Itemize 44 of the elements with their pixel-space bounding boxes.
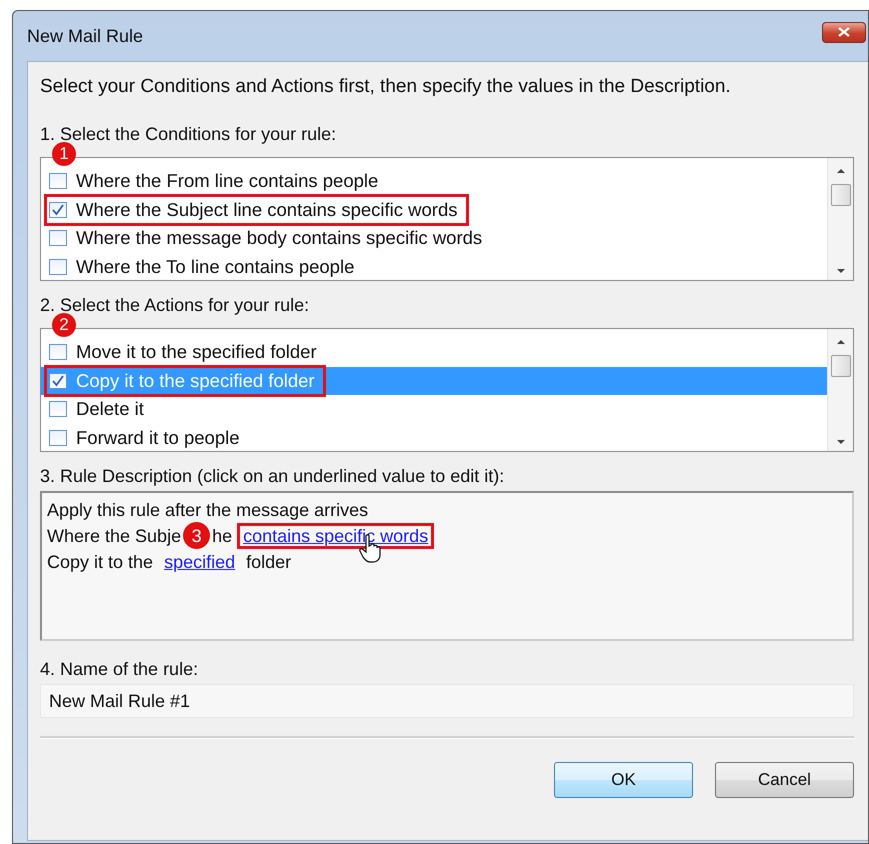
step-badge: 2 <box>52 313 76 337</box>
section-label: 3. Rule Description (click on an underlined value to edit it): <box>40 466 506 487</box>
cancel-button[interactable]: Cancel <box>715 762 854 798</box>
list-item[interactable]: Where the To line contains people <box>41 252 827 281</box>
scroll-up-icon[interactable] <box>836 339 844 345</box>
close-icon <box>837 27 851 37</box>
list-item[interactable]: Forward it to people <box>41 424 827 452</box>
list-item[interactable]: Where the message body contains specific words <box>41 224 827 252</box>
checkbox[interactable] <box>49 173 67 190</box>
description-line: Where the Subje 3 he contains specific words <box>47 522 434 548</box>
scroll-thumb[interactable] <box>830 184 850 206</box>
rule-name-field[interactable]: New Mail Rule #1 <box>40 684 854 718</box>
scrollbar[interactable] <box>827 158 853 280</box>
step-badge: 3 <box>183 522 210 550</box>
instructions-text: Select your Conditions and Actions first, then specify the values in the Description. <box>40 76 732 98</box>
description-line: Copy it to the specified folder <box>47 548 292 574</box>
close-button[interactable] <box>822 22 866 42</box>
list-item[interactable]: Where the Subject line contains specific words <box>41 196 827 224</box>
value-link[interactable]: contains specific words <box>237 522 434 548</box>
checkbox[interactable] <box>49 430 67 446</box>
description-line: Apply this rule after the message arrives <box>47 499 368 522</box>
list-item[interactable]: Where the From line contains people <box>41 167 827 196</box>
highlight-outline: Where the Subject line contains specific words <box>44 194 468 226</box>
checkbox[interactable] <box>49 372 67 389</box>
ok-button[interactable]: OK <box>554 762 693 798</box>
section-label: 1. Select the Conditions for your rule: <box>40 124 338 145</box>
checkbox[interactable] <box>49 230 67 246</box>
scroll-up-icon[interactable] <box>836 168 844 174</box>
scroll-down-icon[interactable] <box>836 439 844 445</box>
checkbox[interactable] <box>49 344 67 360</box>
scrollbar[interactable] <box>827 329 853 451</box>
highlight-outline: Copy it to the specified folder <box>44 364 326 397</box>
step-badge: 1 <box>52 142 76 166</box>
value-link[interactable]: specified <box>158 548 242 574</box>
list-item[interactable]: Delete it <box>41 395 827 424</box>
scroll-down-icon[interactable] <box>836 268 844 274</box>
scroll-thumb[interactable] <box>830 355 850 377</box>
checkbox[interactable] <box>49 258 67 275</box>
checkbox[interactable] <box>49 202 67 218</box>
list-item[interactable]: Move it to the specified folder <box>41 338 827 366</box>
window-title: New Mail Rule <box>27 26 144 46</box>
section-label: 4. Name of the rule: <box>40 659 200 680</box>
section-label: 2. Select the Actions for your rule: <box>40 295 310 316</box>
checkbox[interactable] <box>49 401 67 418</box>
